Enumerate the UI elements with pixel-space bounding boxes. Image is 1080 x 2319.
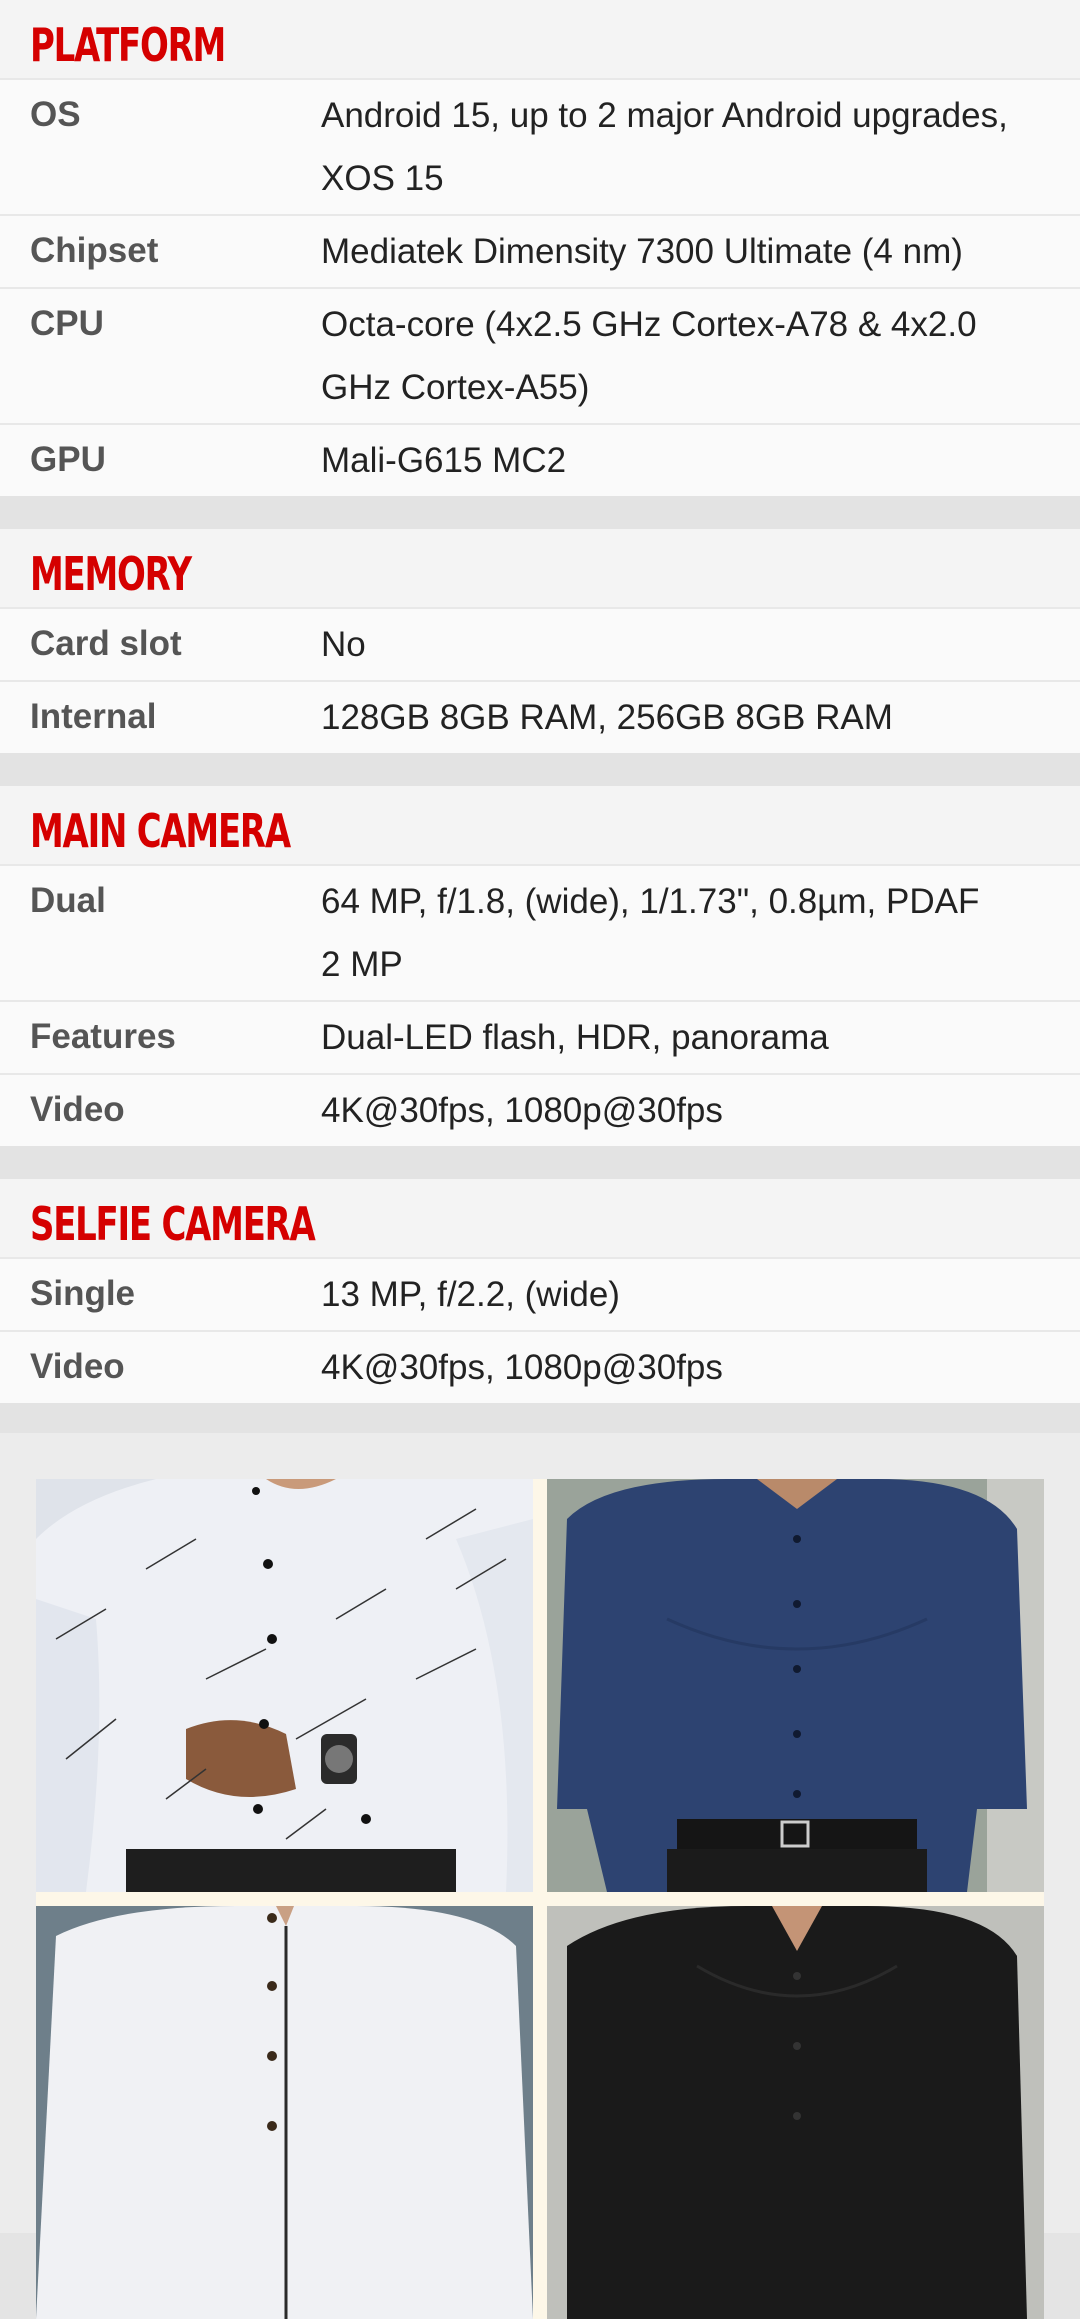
- section-title-memory: MEMORY: [0, 529, 1080, 607]
- spec-value: 13 MP, f/2.2, (wide): [321, 1275, 620, 1314]
- spec-label[interactable]: Features: [0, 1002, 321, 1073]
- spec-row-gpu: GPU Mali-G615 MC2: [0, 423, 1080, 496]
- spec-row-internal: Internal 128GB 8GB RAM, 256GB 8GB RAM: [0, 680, 1080, 753]
- section-divider: [0, 1146, 1080, 1179]
- spec-row-video: Video 4K@30fps, 1080p@30fps: [0, 1073, 1080, 1146]
- ad-image-black-shirt[interactable]: [547, 1906, 1044, 2319]
- spec-label[interactable]: OS: [0, 80, 321, 214]
- spec-value: Mediatek Dimensity 7300 Ultimate (4 nm): [321, 232, 963, 271]
- spec-label[interactable]: Single: [0, 1259, 321, 1330]
- spec-value: 4K@30fps, 1080p@30fps: [321, 1348, 723, 1387]
- spec-value: 4K@30fps, 1080p@30fps: [321, 1091, 723, 1130]
- spec-value-line: 2 MP: [321, 945, 403, 984]
- spec-label[interactable]: Video: [0, 1075, 321, 1146]
- spec-label[interactable]: Video: [0, 1332, 321, 1403]
- section-main-camera: MAIN CAMERA Dual 64 MP, f/1.8, (wide), 1…: [0, 786, 1080, 1146]
- section-platform: PLATFORM OS Android 15, up to 2 major An…: [0, 0, 1080, 496]
- spec-label[interactable]: GPU: [0, 425, 321, 496]
- ad-image-white-piped-shirt[interactable]: [36, 1906, 533, 2319]
- spec-row-card-slot: Card slot No: [0, 607, 1080, 680]
- spec-value: 64 MP, f/1.8, (wide), 1/1.73", 0.8µm, PD…: [321, 866, 1080, 1000]
- ad-grid: [36, 1479, 1044, 2319]
- spec-row-cpu: CPU Octa-core (4x2.5 GHz Cortex-A78 & 4x…: [0, 287, 1080, 423]
- section-title-main-camera: MAIN CAMERA: [0, 786, 1080, 864]
- spec-row-selfie-video: Video 4K@30fps, 1080p@30fps: [0, 1330, 1080, 1403]
- spec-row-features: Features Dual-LED flash, HDR, panorama: [0, 1000, 1080, 1073]
- section-divider: [0, 1403, 1080, 1433]
- spec-value: 128GB 8GB RAM, 256GB 8GB RAM: [321, 698, 893, 737]
- ad-gallery: [0, 1433, 1080, 2319]
- section-selfie-camera: SELFIE CAMERA Single 13 MP, f/2.2, (wide…: [0, 1179, 1080, 1403]
- spec-row-chipset: Chipset Mediatek Dimensity 7300 Ultimate…: [0, 214, 1080, 287]
- spec-label[interactable]: Internal: [0, 682, 321, 753]
- ad-image-white-patterned-shirt[interactable]: [36, 1479, 533, 1892]
- spec-value: No: [321, 625, 366, 664]
- spec-label[interactable]: Card slot: [0, 609, 321, 680]
- spec-label[interactable]: Chipset: [0, 216, 321, 287]
- spec-value: Mali-G615 MC2: [321, 441, 567, 480]
- spec-label[interactable]: CPU: [0, 289, 321, 423]
- section-memory: MEMORY Card slot No Internal 128GB 8GB R…: [0, 529, 1080, 753]
- ad-image-navy-blue-shirt[interactable]: [547, 1479, 1044, 1892]
- section-divider: [0, 753, 1080, 786]
- spec-label[interactable]: Dual: [0, 866, 321, 1000]
- section-title-platform: PLATFORM: [0, 0, 1080, 78]
- section-divider: [0, 496, 1080, 529]
- spec-value-line: 64 MP, f/1.8, (wide), 1/1.73", 0.8µm, PD…: [321, 882, 980, 921]
- spec-value: Dual-LED flash, HDR, panorama: [321, 1018, 829, 1057]
- section-title-selfie-camera: SELFIE CAMERA: [0, 1179, 1080, 1257]
- spec-row-os: OS Android 15, up to 2 major Android upg…: [0, 78, 1080, 214]
- spec-value: Octa-core (4x2.5 GHz Cortex-A78 & 4x2.0 …: [321, 305, 977, 407]
- spec-row-dual: Dual 64 MP, f/1.8, (wide), 1/1.73", 0.8µ…: [0, 864, 1080, 1000]
- spec-row-single: Single 13 MP, f/2.2, (wide): [0, 1257, 1080, 1330]
- spec-value: Android 15, up to 2 major Android upgrad…: [321, 96, 1008, 198]
